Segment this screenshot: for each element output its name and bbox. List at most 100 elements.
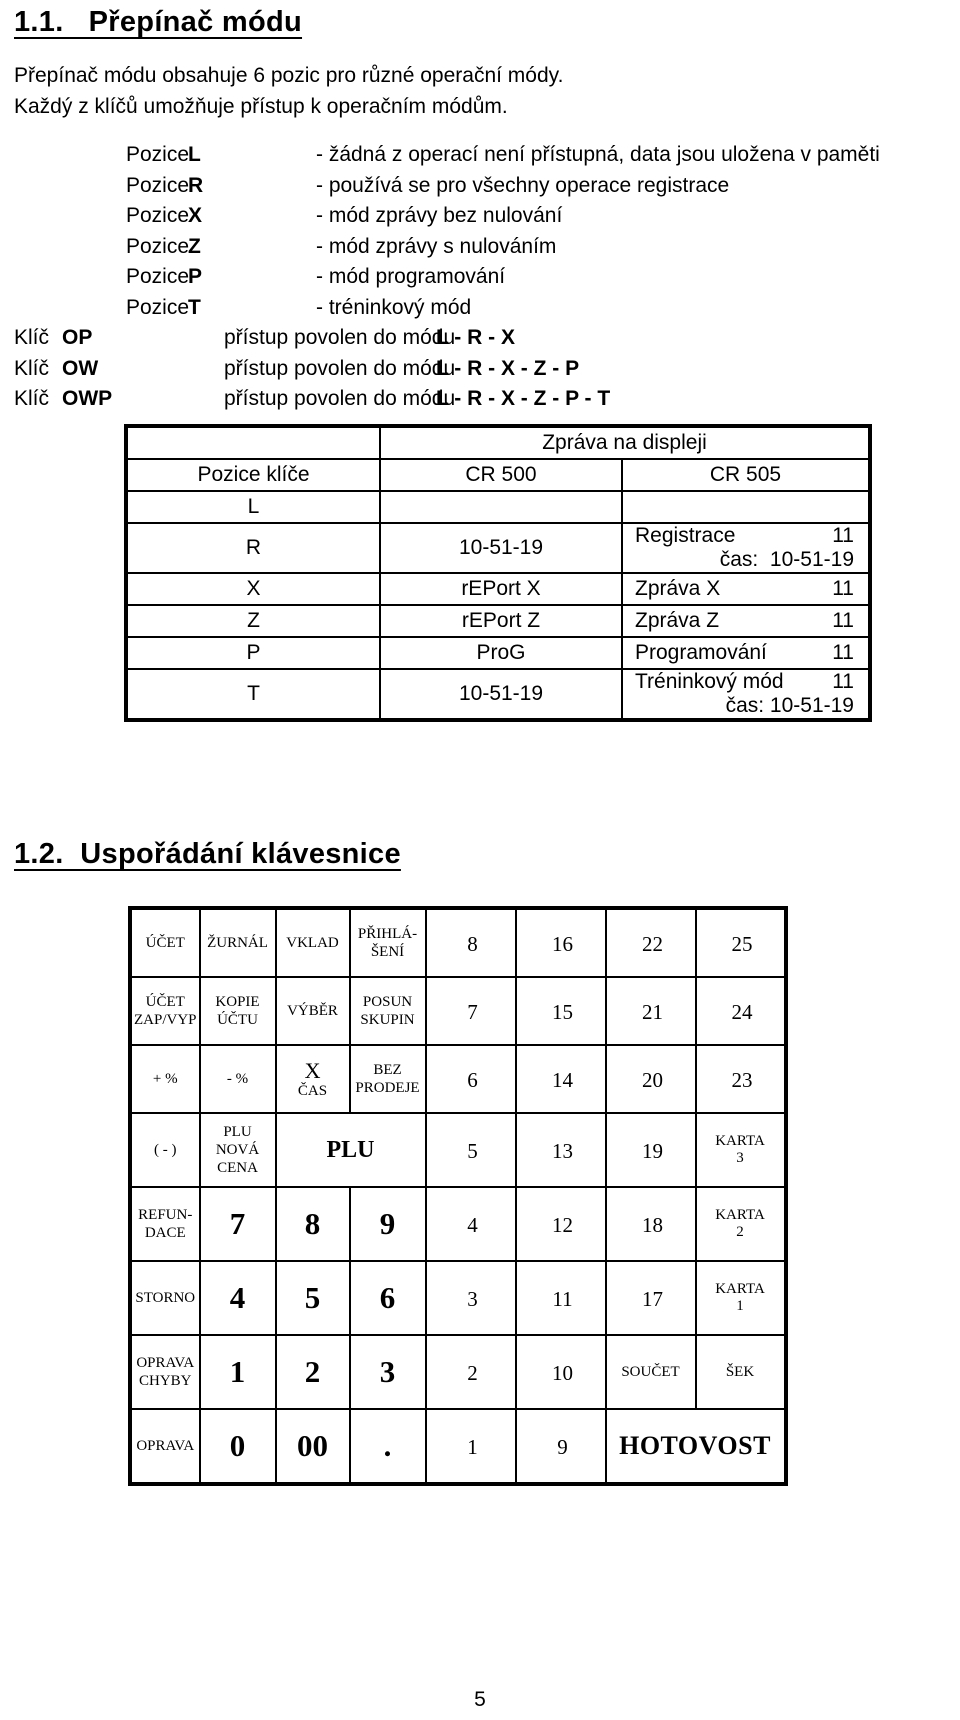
key-dept-16[interactable]: 16 xyxy=(514,906,607,978)
table-row: R 10-51-19 Registrace 11 čas: 10-51-19 xyxy=(124,522,872,574)
cell-cr505-time: čas: 10-51-19 xyxy=(719,548,854,571)
keyboard-row: ( - ) PLU NOVÁ CENA PLU 5 13 19 KARTA 3 xyxy=(128,1112,788,1188)
key-dept-21[interactable]: 21 xyxy=(604,976,697,1046)
key-minus-paren[interactable]: ( - ) xyxy=(128,1112,201,1188)
pozice-label: Pozice xyxy=(126,143,190,166)
pozice-item: Pozice L - žádná z operací není přístupn… xyxy=(126,140,880,171)
key-numpad-7[interactable]: 7 xyxy=(198,1186,277,1262)
key-label: PLU xyxy=(326,1136,375,1163)
key-zurnal[interactable]: ŽURNÁL xyxy=(198,906,277,978)
key-x-cas[interactable]: X ČAS xyxy=(274,1044,351,1114)
klic-access-text: přístup povolen do módu xyxy=(224,356,456,380)
page-number: 5 xyxy=(474,1688,486,1711)
key-label-line-1: X xyxy=(304,1057,321,1083)
key-label-line-2: 1 xyxy=(736,1298,744,1314)
key-label-line-2: CHYBY xyxy=(139,1373,192,1389)
key-numpad-9[interactable]: 9 xyxy=(348,1186,427,1262)
key-numpad-0[interactable]: 0 xyxy=(198,1408,277,1486)
key-dept-2[interactable]: 2 xyxy=(424,1334,517,1410)
key-dept-3[interactable]: 3 xyxy=(424,1260,517,1336)
key-label-line-2: ZAP/VYP xyxy=(134,1012,197,1028)
key-sek[interactable]: ŠEK xyxy=(694,1334,788,1410)
key-plu-nova-cena[interactable]: PLU NOVÁ CENA xyxy=(198,1112,277,1188)
key-dept-9[interactable]: 9 xyxy=(514,1408,607,1486)
key-dept-25[interactable]: 25 xyxy=(694,906,788,978)
key-vklad[interactable]: VKLAD xyxy=(274,906,351,978)
key-kopie-uctu[interactable]: KOPIE ÚČTU xyxy=(198,976,277,1046)
key-label: 19 xyxy=(642,1138,664,1163)
key-plu[interactable]: PLU xyxy=(274,1112,427,1188)
key-numpad-6[interactable]: 6 xyxy=(348,1260,427,1336)
key-label-line-1: BEZ xyxy=(373,1062,402,1078)
klic-label: Klíč xyxy=(14,326,50,349)
key-dept-4[interactable]: 4 xyxy=(424,1186,517,1262)
key-dept-12[interactable]: 12 xyxy=(514,1186,607,1262)
klic-label: Klíč xyxy=(14,387,50,410)
cell-cr505-text: Zpráva X xyxy=(635,577,721,600)
key-label: 5 xyxy=(467,1138,478,1163)
pozice-description: - mód zprávy bez nulování xyxy=(316,204,563,227)
key-oprava[interactable]: OPRAVA xyxy=(128,1408,201,1486)
key-dept-18[interactable]: 18 xyxy=(604,1186,697,1262)
key-dept-24[interactable]: 24 xyxy=(694,976,788,1046)
key-posun-skupin[interactable]: POSUN SKUPIN xyxy=(348,976,427,1046)
key-dept-13[interactable]: 13 xyxy=(514,1112,607,1188)
key-refundace[interactable]: REFUN- DACE xyxy=(128,1186,201,1262)
key-label: 16 xyxy=(552,931,574,956)
table-row: P ProG Programování 11 xyxy=(124,636,872,670)
key-label: ŽURNÁL xyxy=(207,935,268,951)
key-dept-8[interactable]: 8 xyxy=(424,906,517,978)
key-dept-1[interactable]: 1 xyxy=(424,1408,517,1486)
key-dept-22[interactable]: 22 xyxy=(604,906,697,978)
key-numpad-4[interactable]: 4 xyxy=(198,1260,277,1336)
key-bez-prodeje[interactable]: BEZ PRODEJE xyxy=(348,1044,427,1114)
key-label-line-2: NOVÁ xyxy=(215,1142,260,1158)
key-dept-19[interactable]: 19 xyxy=(604,1112,697,1188)
key-karta-1[interactable]: KARTA 1 xyxy=(694,1260,788,1336)
key-karta-2[interactable]: KARTA 2 xyxy=(694,1186,788,1262)
key-ucet-zap-vyp[interactable]: ÚČET ZAP/VYP xyxy=(128,976,201,1046)
key-numpad-1[interactable]: 1 xyxy=(198,1334,277,1410)
key-dept-7[interactable]: 7 xyxy=(424,976,517,1046)
key-soucet[interactable]: SOUČET xyxy=(604,1334,697,1410)
key-dept-17[interactable]: 17 xyxy=(604,1260,697,1336)
key-vyber[interactable]: VÝBĚR xyxy=(274,976,351,1046)
keyboard-row: ÚČET ZAP/VYP KOPIE ÚČTU VÝBĚR POSUN SKUP… xyxy=(128,976,788,1046)
key-dept-11[interactable]: 11 xyxy=(514,1260,607,1336)
key-dept-5[interactable]: 5 xyxy=(424,1112,517,1188)
klic-item: Klíč OP přístup povolen do módu L - R - … xyxy=(14,323,610,354)
key-dept-20[interactable]: 20 xyxy=(604,1044,697,1114)
klic-access-text: přístup povolen do módu xyxy=(224,387,456,410)
key-label: 00 xyxy=(297,1428,329,1463)
key-numpad-decimal[interactable]: . xyxy=(348,1408,427,1486)
key-dept-23[interactable]: 23 xyxy=(694,1044,788,1114)
key-dept-14[interactable]: 14 xyxy=(514,1044,607,1114)
cell-cr505-text: Registrace xyxy=(635,524,736,547)
cell-cr500: rEPort X xyxy=(379,572,623,606)
key-oprava-chyby[interactable]: OPRAVA CHYBY xyxy=(128,1334,201,1410)
key-label-line-1: KARTA xyxy=(715,1133,765,1149)
key-numpad-8[interactable]: 8 xyxy=(274,1186,351,1262)
key-plus-percent[interactable]: + % xyxy=(128,1044,201,1114)
key-numpad-3[interactable]: 3 xyxy=(348,1334,427,1410)
key-prihlaseni[interactable]: PŘIHLÁ- ŠENÍ xyxy=(348,906,427,978)
document-page: 1.1. Přepínač módu Přepínač módu obsahuj… xyxy=(0,0,960,1720)
keyboard-row: + % - % X ČAS BEZ PRODEJE 6 14 20 23 xyxy=(128,1044,788,1114)
key-numpad-5[interactable]: 5 xyxy=(274,1260,351,1336)
key-karta-3[interactable]: KARTA 3 xyxy=(694,1112,788,1188)
cell-cr505-number: 11 xyxy=(832,524,854,547)
key-label: - % xyxy=(226,1071,249,1087)
key-numpad-00[interactable]: 00 xyxy=(274,1408,351,1486)
pozice-label: Pozice xyxy=(126,204,190,227)
key-dept-10[interactable]: 10 xyxy=(514,1334,607,1410)
key-ucet[interactable]: ÚČET xyxy=(128,906,201,978)
key-dept-15[interactable]: 15 xyxy=(514,976,607,1046)
key-label: 12 xyxy=(552,1212,574,1237)
key-minus-percent[interactable]: - % xyxy=(198,1044,277,1114)
cell-cr500: 10-51-19 xyxy=(379,668,623,722)
key-hotovost[interactable]: HOTOVOST xyxy=(604,1408,788,1486)
key-storno[interactable]: STORNO xyxy=(128,1260,201,1336)
key-numpad-2[interactable]: 2 xyxy=(274,1334,351,1410)
key-dept-6[interactable]: 6 xyxy=(424,1044,517,1114)
cell-cr505-time: čas: 10-51-19 xyxy=(725,694,854,717)
